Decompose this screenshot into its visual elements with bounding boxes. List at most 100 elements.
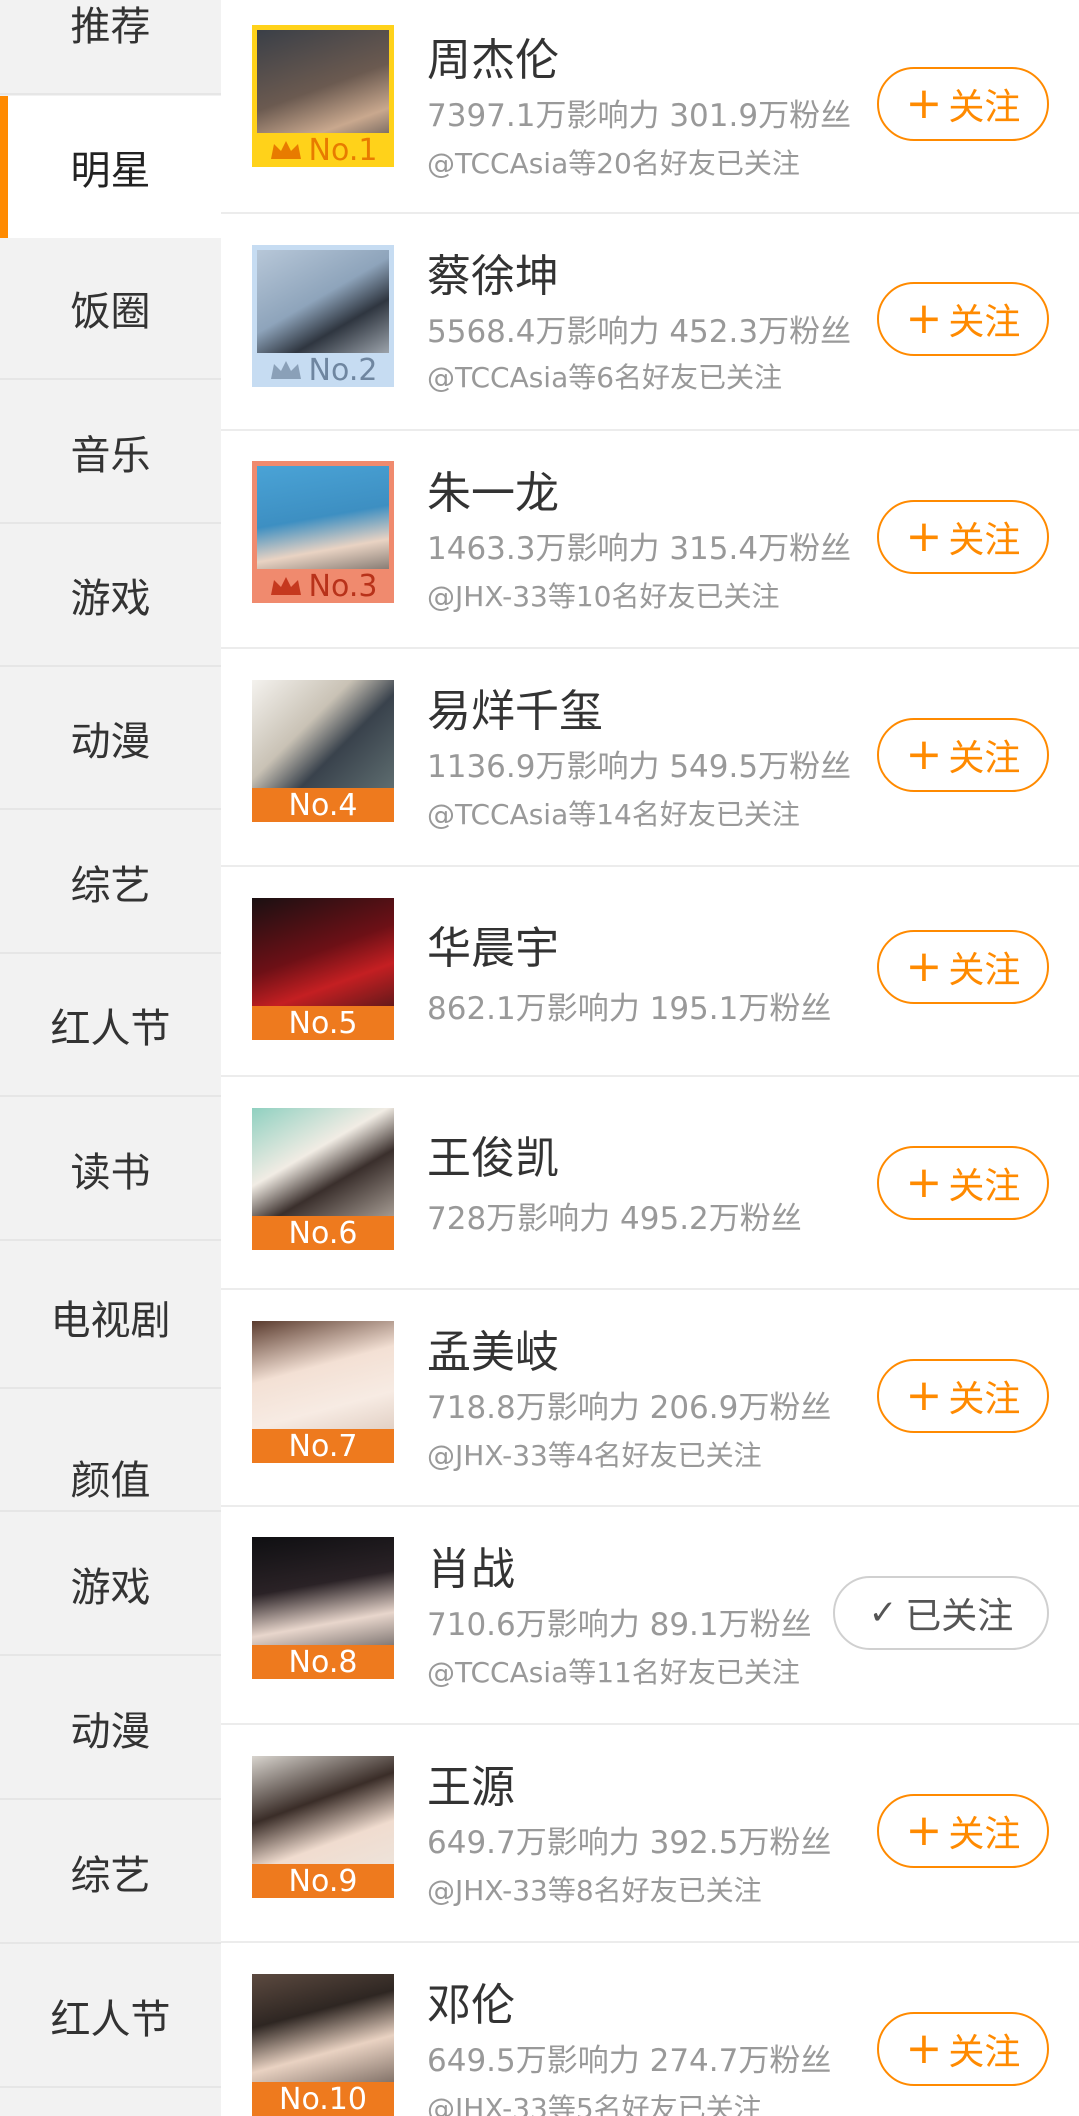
sidebar-item-label: 明星 <box>70 148 151 194</box>
list-item[interactable]: No.8 肖战 710.6万影响力 89.1万粉丝 @TCCAsia等11名好友… <box>221 1507 1079 1725</box>
star-name[interactable]: 孟美岐 <box>427 1316 559 1380</box>
plus-icon: + <box>905 941 943 992</box>
rank-badge: No.6 <box>252 1216 394 1250</box>
crown-icon <box>270 361 301 379</box>
follow-button[interactable]: + 关注 <box>877 930 1049 1004</box>
star-name[interactable]: 易烊千玺 <box>427 675 603 739</box>
avatar[interactable]: No.7 <box>252 1321 394 1463</box>
follow-button[interactable]: + 关注 <box>877 282 1049 356</box>
sidebar-item-games-2[interactable]: 游戏 <box>0 1514 221 1656</box>
follow-button[interactable]: + 关注 <box>877 2012 1049 2086</box>
follow-button[interactable]: + 关注 <box>877 1146 1049 1220</box>
sidebar-item-stars[interactable]: 明星 <box>0 96 221 238</box>
star-name[interactable]: 朱一龙 <box>427 457 559 521</box>
sidebar-item-books[interactable]: 读书 <box>0 1099 221 1241</box>
friends-following-text: @JHX-33等8名好友已关注 <box>427 1874 762 1907</box>
sidebar-item-label: 音乐 <box>70 433 151 479</box>
list-item[interactable]: No.10 邓伦 649.5万影响力 274.7万粉丝 @JHX-33等5名好友… <box>221 1943 1079 2116</box>
avatar[interactable]: No.10 <box>252 1974 394 2116</box>
crown-icon <box>270 577 301 595</box>
avatar[interactable]: No.4 <box>252 680 394 822</box>
sidebar-item-label: 游戏 <box>70 1565 151 1611</box>
plus-icon: + <box>905 1157 943 1208</box>
follow-button[interactable]: + 关注 <box>877 500 1049 574</box>
star-name[interactable]: 肖战 <box>427 1533 515 1597</box>
sidebar-item-label: 综艺 <box>70 1853 151 1899</box>
stats-text: 7397.1万影响力 301.9万粉丝 <box>427 98 852 134</box>
follow-button[interactable]: + 关注 <box>877 1359 1049 1433</box>
avatar[interactable]: No.5 <box>252 898 394 1040</box>
friends-following-text: @TCCAsia等14名好友已关注 <box>427 798 800 831</box>
plus-icon: + <box>905 729 943 780</box>
sidebar-item-influencer-festival-2[interactable]: 红人节 <box>0 1946 221 2088</box>
rank-badge: No.4 <box>252 788 394 822</box>
list-item[interactable]: No.3 朱一龙 1463.3万影响力 315.4万粉丝 @JHX-33等10名… <box>221 431 1079 649</box>
stats-text: 718.8万影响力 206.9万粉丝 <box>427 1390 832 1426</box>
sidebar-item-variety[interactable]: 综艺 <box>0 812 221 954</box>
sidebar-item-music[interactable]: 音乐 <box>0 382 221 524</box>
crown-icon <box>270 141 301 159</box>
star-name[interactable]: 周杰伦 <box>427 24 559 88</box>
star-name[interactable]: 邓伦 <box>427 1969 515 2033</box>
follow-button[interactable]: + 关注 <box>877 1794 1049 1868</box>
sidebar-item-looks[interactable]: 颜值 <box>0 1390 221 1512</box>
friends-following-text: @TCCAsia等6名好友已关注 <box>427 361 783 394</box>
sidebar-item-label: 动漫 <box>70 719 151 765</box>
follow-button[interactable]: + 关注 <box>877 718 1049 792</box>
stats-text: 862.1万影响力 195.1万粉丝 <box>427 991 832 1027</box>
star-name[interactable]: 华晨宇 <box>427 912 559 976</box>
sidebar-item-anime-2[interactable]: 动漫 <box>0 1658 221 1800</box>
follow-button[interactable]: + 关注 <box>877 67 1049 141</box>
stats-text: 649.5万影响力 274.7万粉丝 <box>427 2043 832 2079</box>
avatar[interactable]: No.9 <box>252 1756 394 1898</box>
friends-following-text: @JHX-33等5名好友已关注 <box>427 2092 762 2116</box>
avatar[interactable]: No.2 <box>252 245 394 387</box>
list-item[interactable]: No.1 周杰伦 7397.1万影响力 301.9万粉丝 @TCCAsia等20… <box>221 0 1079 214</box>
rank-badge: No.2 <box>252 353 394 387</box>
plus-icon: + <box>905 1805 943 1856</box>
stats-text: 710.6万影响力 89.1万粉丝 <box>427 1607 812 1643</box>
check-icon: ✓ <box>868 1593 898 1633</box>
sidebar-item-label: 游戏 <box>70 576 151 622</box>
sidebar-item-anime[interactable]: 动漫 <box>0 668 221 810</box>
rank-badge: No.1 <box>252 133 394 167</box>
stats-text: 5568.4万影响力 452.3万粉丝 <box>427 314 852 350</box>
rank-badge: No.10 <box>252 2082 394 2116</box>
friends-following-text: @TCCAsia等11名好友已关注 <box>427 1656 800 1689</box>
sidebar-item-label: 推荐 <box>70 4 151 50</box>
friends-following-text: @JHX-33等4名好友已关注 <box>427 1439 762 1472</box>
plus-icon: + <box>905 2023 943 2074</box>
avatar[interactable]: No.1 <box>252 25 394 167</box>
followed-button[interactable]: ✓ 已关注 <box>833 1576 1049 1650</box>
sidebar-item-tv-series[interactable]: 电视剧 <box>0 1247 221 1389</box>
sidebar-item-label: 红人节 <box>50 1997 171 2043</box>
list-item[interactable]: No.7 孟美岐 718.8万影响力 206.9万粉丝 @JHX-33等4名好友… <box>221 1290 1079 1507</box>
sidebar-item-label: 读书 <box>70 1150 151 1196</box>
ranking-list: No.1 周杰伦 7397.1万影响力 301.9万粉丝 @TCCAsia等20… <box>221 0 1079 2116</box>
list-item[interactable]: No.9 王源 649.7万影响力 392.5万粉丝 @JHX-33等8名好友已… <box>221 1725 1079 1943</box>
sidebar-item-influencer-festival[interactable]: 红人节 <box>0 955 221 1097</box>
sidebar-item-fandom[interactable]: 饭圈 <box>0 238 221 380</box>
sidebar-item-label: 综艺 <box>70 863 151 909</box>
avatar[interactable]: No.3 <box>252 461 394 603</box>
avatar[interactable]: No.8 <box>252 1537 394 1679</box>
list-item[interactable]: No.5 华晨宇 862.1万影响力 195.1万粉丝 + 关注 <box>221 867 1079 1077</box>
avatar[interactable]: No.6 <box>252 1108 394 1250</box>
friends-following-text: @JHX-33等10名好友已关注 <box>427 580 780 613</box>
star-name[interactable]: 王俊凯 <box>427 1122 559 1186</box>
sidebar-item-games[interactable]: 游戏 <box>0 525 221 667</box>
sidebar-item-recommend[interactable]: 推荐 <box>0 0 221 95</box>
list-item[interactable]: No.6 王俊凯 728万影响力 495.2万粉丝 + 关注 <box>221 1077 1079 1290</box>
sidebar-item-label: 电视剧 <box>50 1298 171 1344</box>
rank-badge: No.9 <box>252 1864 394 1898</box>
stats-text: 649.7万影响力 392.5万粉丝 <box>427 1825 832 1861</box>
rank-badge: No.3 <box>252 569 394 603</box>
sidebar-item-variety-2[interactable]: 综艺 <box>0 1802 221 1944</box>
star-name[interactable]: 蔡徐坤 <box>427 240 559 304</box>
list-item[interactable]: No.2 蔡徐坤 5568.4万影响力 452.3万粉丝 @TCCAsia等6名… <box>221 214 1079 431</box>
list-item[interactable]: No.4 易烊千玺 1136.9万影响力 549.5万粉丝 @TCCAsia等1… <box>221 649 1079 867</box>
rank-badge: No.7 <box>252 1429 394 1463</box>
star-name[interactable]: 王源 <box>427 1751 515 1815</box>
stats-text: 1136.9万影响力 549.5万粉丝 <box>427 749 852 785</box>
sidebar-item-label: 饭圈 <box>70 289 151 335</box>
